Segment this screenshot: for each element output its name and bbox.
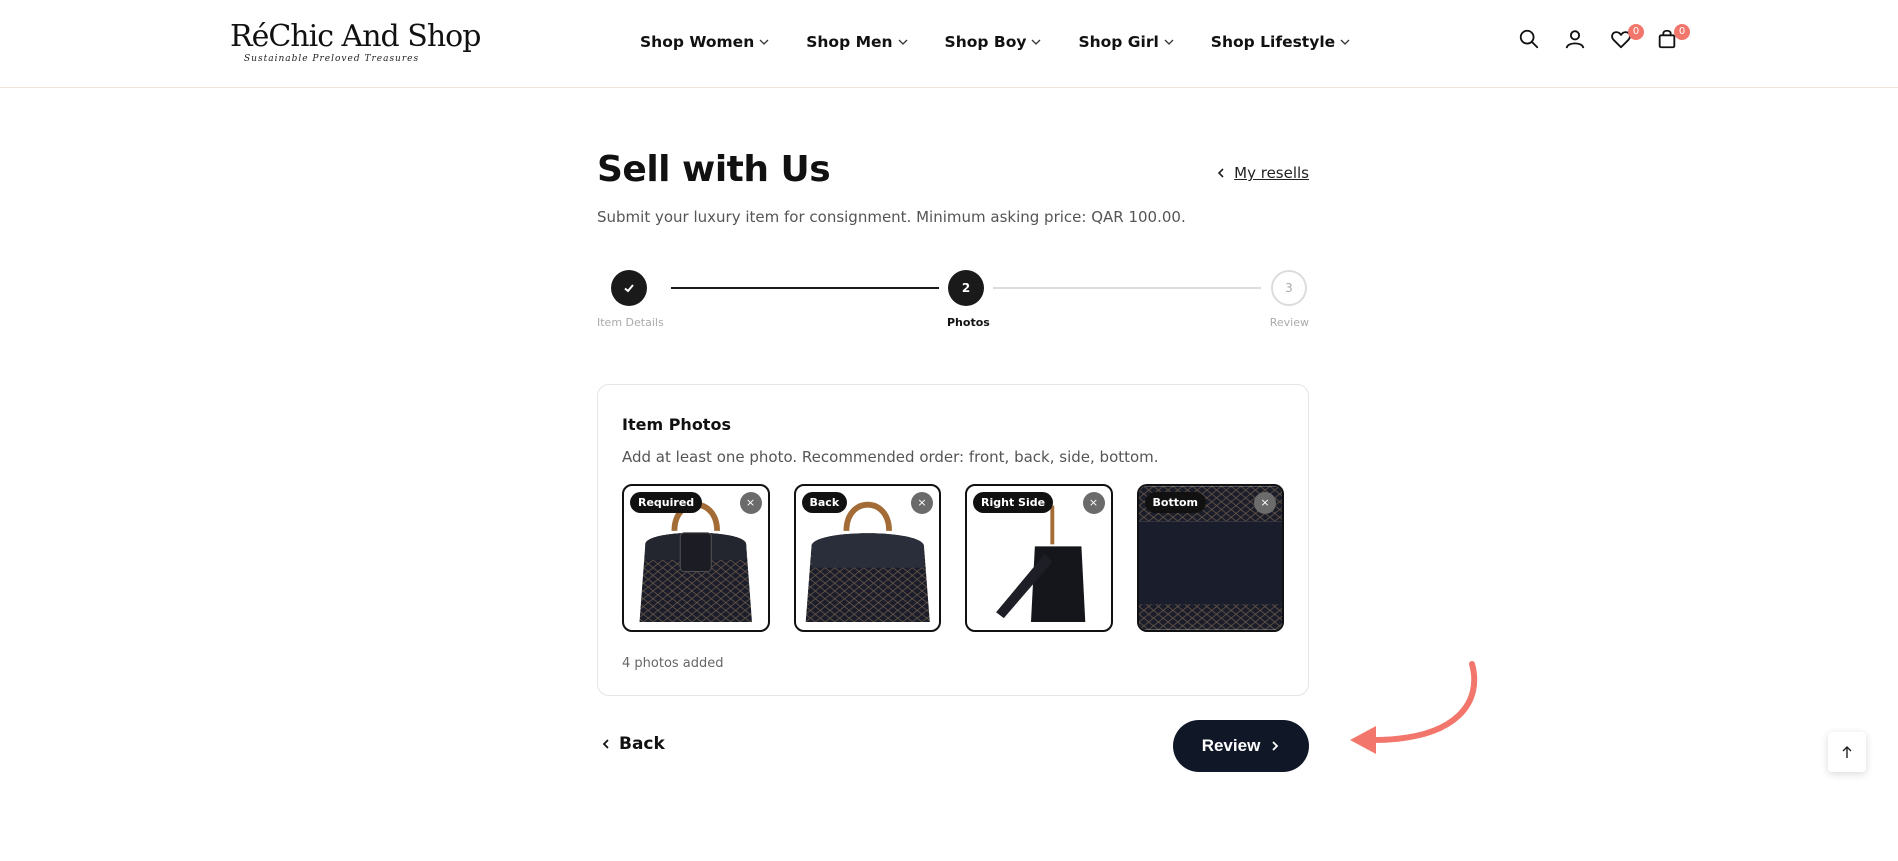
nav-label: Shop Women: [640, 33, 755, 51]
site-header: RéChic And Shop Sustainable Preloved Tre…: [0, 0, 1898, 88]
my-resells-link[interactable]: My resells: [1216, 164, 1309, 182]
form-actions: Back Review: [597, 720, 1309, 772]
stepper-line-completed: [671, 287, 939, 289]
progress-stepper: 2 3 Item Details Photos Review: [597, 270, 1309, 336]
back-button[interactable]: Back: [601, 734, 665, 754]
photo-thumbnail-right-side[interactable]: Right Side ×: [965, 484, 1113, 632]
review-label: Review: [1201, 736, 1261, 755]
sell-form-container: Sell with Us My resells Submit your luxu…: [597, 148, 1309, 772]
cart-count-badge: 0: [1674, 24, 1690, 40]
nav-label: Shop Girl: [1078, 33, 1159, 51]
page-title: Sell with Us: [597, 149, 831, 190]
photo-tag: Required: [630, 492, 703, 513]
step-2-circle: 2: [948, 270, 984, 306]
page-subtitle: Submit your luxury item for consignment.…: [597, 208, 1186, 226]
back-label: Back: [619, 734, 665, 754]
search-icon[interactable]: [1518, 28, 1542, 54]
photo-thumbnail-front[interactable]: Required ×: [622, 484, 770, 632]
item-photos-card: Item Photos Add at least one photo. Reco…: [597, 384, 1309, 696]
chevron-down-icon: [759, 39, 769, 45]
remove-photo-button[interactable]: ×: [911, 492, 933, 514]
photo-thumbnail-bottom[interactable]: Bottom ×: [1136, 484, 1284, 632]
chevron-down-icon: [1164, 39, 1174, 45]
remove-photo-button[interactable]: ×: [1254, 492, 1276, 514]
nav-label: Shop Men: [806, 33, 893, 51]
chevron-down-icon: [1340, 39, 1350, 45]
step-3-circle: 3: [1271, 270, 1307, 306]
account-icon[interactable]: [1564, 28, 1588, 54]
header-icons: 0 0: [1518, 24, 1690, 54]
main-nav: Shop Women Shop Men Shop Boy Shop Girl S…: [640, 33, 1351, 51]
logo[interactable]: RéChic And Shop Sustainable Preloved Tre…: [230, 19, 481, 65]
photo-thumbnail-back[interactable]: Back ×: [793, 484, 941, 632]
wishlist-count-badge: 0: [1628, 24, 1644, 40]
chevron-down-icon: [1031, 39, 1041, 45]
scroll-to-top-button[interactable]: [1828, 732, 1866, 772]
checkmark-icon: [624, 284, 634, 293]
chevron-left-icon: [602, 739, 609, 749]
arrow-up-icon: [1842, 746, 1852, 758]
photo-grid: Required × Back × Right Side × Bottom ×: [622, 484, 1284, 632]
nav-label: Shop Boy: [944, 33, 1027, 51]
nav-shop-boy[interactable]: Shop Boy: [945, 33, 1043, 51]
logo-title: RéChic And Shop: [230, 19, 481, 54]
nav-shop-men[interactable]: Shop Men: [806, 33, 908, 51]
nav-shop-girl[interactable]: Shop Girl: [1078, 33, 1174, 51]
nav-shop-lifestyle[interactable]: Shop Lifestyle: [1211, 33, 1351, 51]
step-2-label: Photos: [947, 316, 990, 329]
nav-label: Shop Lifestyle: [1210, 33, 1336, 51]
nav-shop-women[interactable]: Shop Women: [640, 33, 770, 51]
photo-tag: Back: [801, 492, 848, 513]
photo-tag: Bottom: [1144, 492, 1206, 513]
remove-photo-button[interactable]: ×: [739, 492, 762, 514]
step-3-label: Review: [1269, 316, 1309, 329]
step-1-label: Item Details: [597, 316, 664, 329]
annotation-arrow-icon: [1350, 661, 1478, 754]
chevron-left-icon: [1218, 168, 1224, 178]
review-button[interactable]: Review: [1173, 720, 1309, 772]
stepper-line-pending: [993, 287, 1261, 289]
step-1-circle: [611, 270, 647, 306]
remove-photo-button[interactable]: ×: [1082, 492, 1105, 514]
chevron-right-icon: [1272, 741, 1279, 751]
my-resells-label: My resells: [1234, 164, 1309, 182]
wishlist-heart-icon[interactable]: 0: [1610, 24, 1644, 54]
card-instructions: Add at least one photo. Recommended orde…: [622, 448, 1159, 466]
photo-count-text: 4 photos added: [622, 656, 724, 671]
logo-tagline: Sustainable Preloved Treasures: [244, 54, 420, 64]
chevron-down-icon: [898, 39, 908, 45]
card-title: Item Photos: [622, 415, 731, 434]
cart-bag-icon[interactable]: 0: [1656, 24, 1690, 54]
photo-tag: Right Side: [973, 492, 1054, 513]
